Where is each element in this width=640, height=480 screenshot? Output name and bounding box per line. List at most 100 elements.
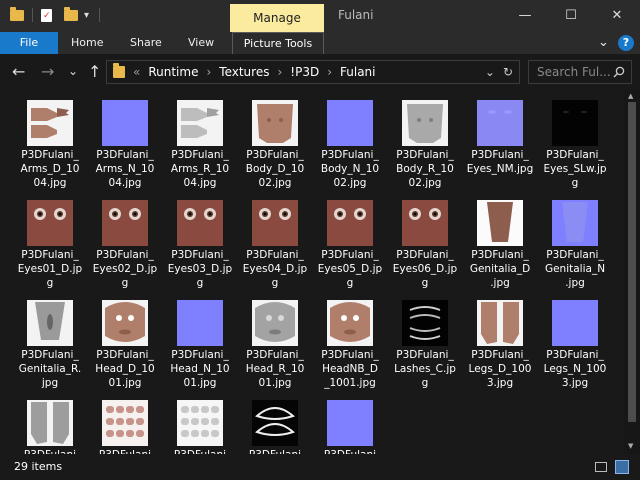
file-name-line: Lashes_C.jp [394,363,456,375]
thumbnail-normal [327,100,373,146]
file-item[interactable]: P3DFulani_ Eyes_SLw.jp g [539,94,611,190]
tab-view[interactable]: View [188,32,214,54]
search-icon[interactable] [613,66,625,78]
tab-share[interactable]: Share [130,32,162,54]
breadcrumb-fulani[interactable]: Fulani [340,65,375,79]
file-item[interactable]: P3DFulani_ Eyes01_D.jp g [14,194,86,290]
file-item[interactable]: P3DFulani_ Eyes06_D.jp g [389,194,461,290]
tab-picture-tools[interactable]: Picture Tools [232,32,324,54]
breadcrumb-separator[interactable]: › [206,65,211,79]
details-view-icon[interactable] [595,462,607,472]
file-name-line: 02.jpg [258,177,292,189]
file-item[interactable]: P3DFulani_ Eyes03_D.jp g [164,194,236,290]
scroll-up-icon[interactable]: ▲ [628,92,633,100]
expand-ribbon-icon[interactable]: ⌄ [598,32,609,54]
file-name-line: Eyes05_D.jp [317,263,383,275]
scrollbar-thumb[interactable] [628,102,636,422]
file-name-line: 02.jpg [408,177,442,189]
thumbnail-body_d [252,100,298,146]
file-name-line: .jpg [490,277,510,289]
file-name-line: 01.jpg [183,377,217,389]
thumbnail-gen_r [27,300,73,346]
thumbnail-teeth_r [177,400,223,446]
file-item[interactable]: P3DFulani_ Eyes02_D.jp g [89,194,161,290]
file-name-line: Body_N_10 [320,163,380,175]
breadcrumb-separator[interactable]: › [277,65,282,79]
maximize-button[interactable]: ☐ [548,0,594,32]
file-item[interactable]: P3DFulani_ Genitalia_D .jpg [464,194,536,290]
large-icons-view-icon[interactable] [615,460,629,474]
search-box[interactable]: Search Ful... [528,60,632,84]
file-item[interactable]: P3DFulani_ Lashes_C.jp g [389,294,461,390]
properties-icon[interactable]: ✓ [41,8,52,22]
file-name-line: P3DFulani_ [471,149,529,161]
search-input[interactable]: Search Ful... [537,65,611,79]
file-item[interactable]: P3DFulani_ Body_D_10 02.jpg [239,94,311,190]
file-item[interactable]: P3DFulani_ Head_R_10 01.jpg [239,294,311,390]
file-item[interactable]: P3DFulani [164,394,236,454]
file-name: P3DFulani_ Lashes_C.jp g [389,348,461,390]
file-item[interactable]: P3DFulani_ Genitalia_N .jpg [539,194,611,290]
breadcrumb-textures[interactable]: Textures [219,65,269,79]
customize-quick-access-icon[interactable]: ▾ [84,10,89,21]
file-item[interactable]: P3DFulani_ Legs_D_100 3.jpg [464,294,536,390]
file-item[interactable]: P3DFulani_ HeadNB_D _1001.jpg [314,294,386,390]
tab-file[interactable]: File [0,32,58,54]
file-item[interactable]: P3DFulani_ Body_R_10 02.jpg [389,94,461,190]
file-name-line: P3DFulani_ [96,149,154,161]
minimize-button[interactable]: — [502,0,548,32]
item-count: 29 items [14,460,63,473]
thumbnail-body_r [402,100,448,146]
file-name: P3DFulani_ Legs_D_100 3.jpg [464,348,536,390]
back-button[interactable]: ← [12,62,25,81]
breadcrumb-separator[interactable]: › [327,65,332,79]
breadcrumb-p3d[interactable]: !P3D [290,65,319,79]
overflow-icon[interactable]: « [133,65,140,79]
help-icon[interactable]: ? [618,35,634,51]
file-item[interactable]: P3DFulani_ Eyes04_D.jp g [239,194,311,290]
file-item[interactable]: P3DFulani_ Head_N_10 01.jpg [164,294,236,390]
file-item[interactable]: P3DFulani_ Legs_N_100 3.jpg [539,294,611,390]
new-folder-icon[interactable] [64,6,78,21]
file-list: P3DFulani_ Arms_D_10 04.jpg P3DFulani_ Arms_… [0,90,624,454]
file-item[interactable]: P3DFulani [14,394,86,454]
file-name-line: Legs_D_100 [468,363,532,375]
file-item[interactable]: P3DFulani_ Eyes05_D.jp g [314,194,386,290]
forward-button[interactable]: → [41,62,54,81]
file-item[interactable]: P3DFulani [89,394,161,454]
quick-access-toolbar: ✓ ▾ [10,6,101,22]
file-name: P3DFulani_ Eyes_NM.jpg [464,148,536,176]
file-item[interactable]: P3DFulani_ Eyes_NM.jpg [464,94,536,176]
file-item[interactable]: P3DFulani [239,394,311,454]
file-name-line: .jpg [565,277,585,289]
file-item[interactable]: P3DFulani_ Arms_D_10 04.jpg [14,94,86,190]
file-name: P3DFulani_ Genitalia_N .jpg [539,248,611,290]
address-dropdown-icon[interactable]: ⌄ [485,65,495,79]
file-name-line: HeadNB_D [322,363,378,375]
breadcrumb-runtime[interactable]: Runtime [148,65,198,79]
file-name-line: P3DFulani_ [96,349,154,361]
file-item[interactable]: P3DFulani_ Head_D_10 01.jpg [89,294,161,390]
file-name-line: P3DFulani_ [396,349,454,361]
file-name-line: g [196,277,204,289]
address-bar[interactable]: « Runtime › Textures › !P3D › Fulani ⌄ ↻ [106,60,520,84]
thumbnail-legs_d [477,300,523,346]
folder-icon[interactable] [10,6,24,21]
file-name-line: g [46,277,54,289]
file-item[interactable]: P3DFulani_ Arms_N_10 04.jpg [89,94,161,190]
thumbnail-head_d [102,300,148,346]
file-item[interactable]: P3DFulani [314,394,386,454]
file-item[interactable]: P3DFulani_ Body_N_10 02.jpg [314,94,386,190]
tab-manage[interactable]: Manage [230,4,324,32]
scroll-down-icon[interactable]: ▼ [628,442,633,450]
file-item[interactable]: P3DFulani_ Genitalia_R. jpg [14,294,86,390]
up-button[interactable]: ↑ [88,62,101,81]
divider [99,8,101,22]
refresh-icon[interactable]: ↻ [503,65,513,79]
file-item[interactable]: P3DFulani_ Arms_R_10 04.jpg [164,94,236,190]
tab-home[interactable]: Home [71,32,103,54]
vertical-scrollbar[interactable]: ▲ ▼ [624,90,640,454]
file-name-line: 3.jpg [561,377,589,389]
recent-locations-button[interactable]: ⌄ [68,64,78,78]
close-button[interactable]: ✕ [594,0,640,32]
